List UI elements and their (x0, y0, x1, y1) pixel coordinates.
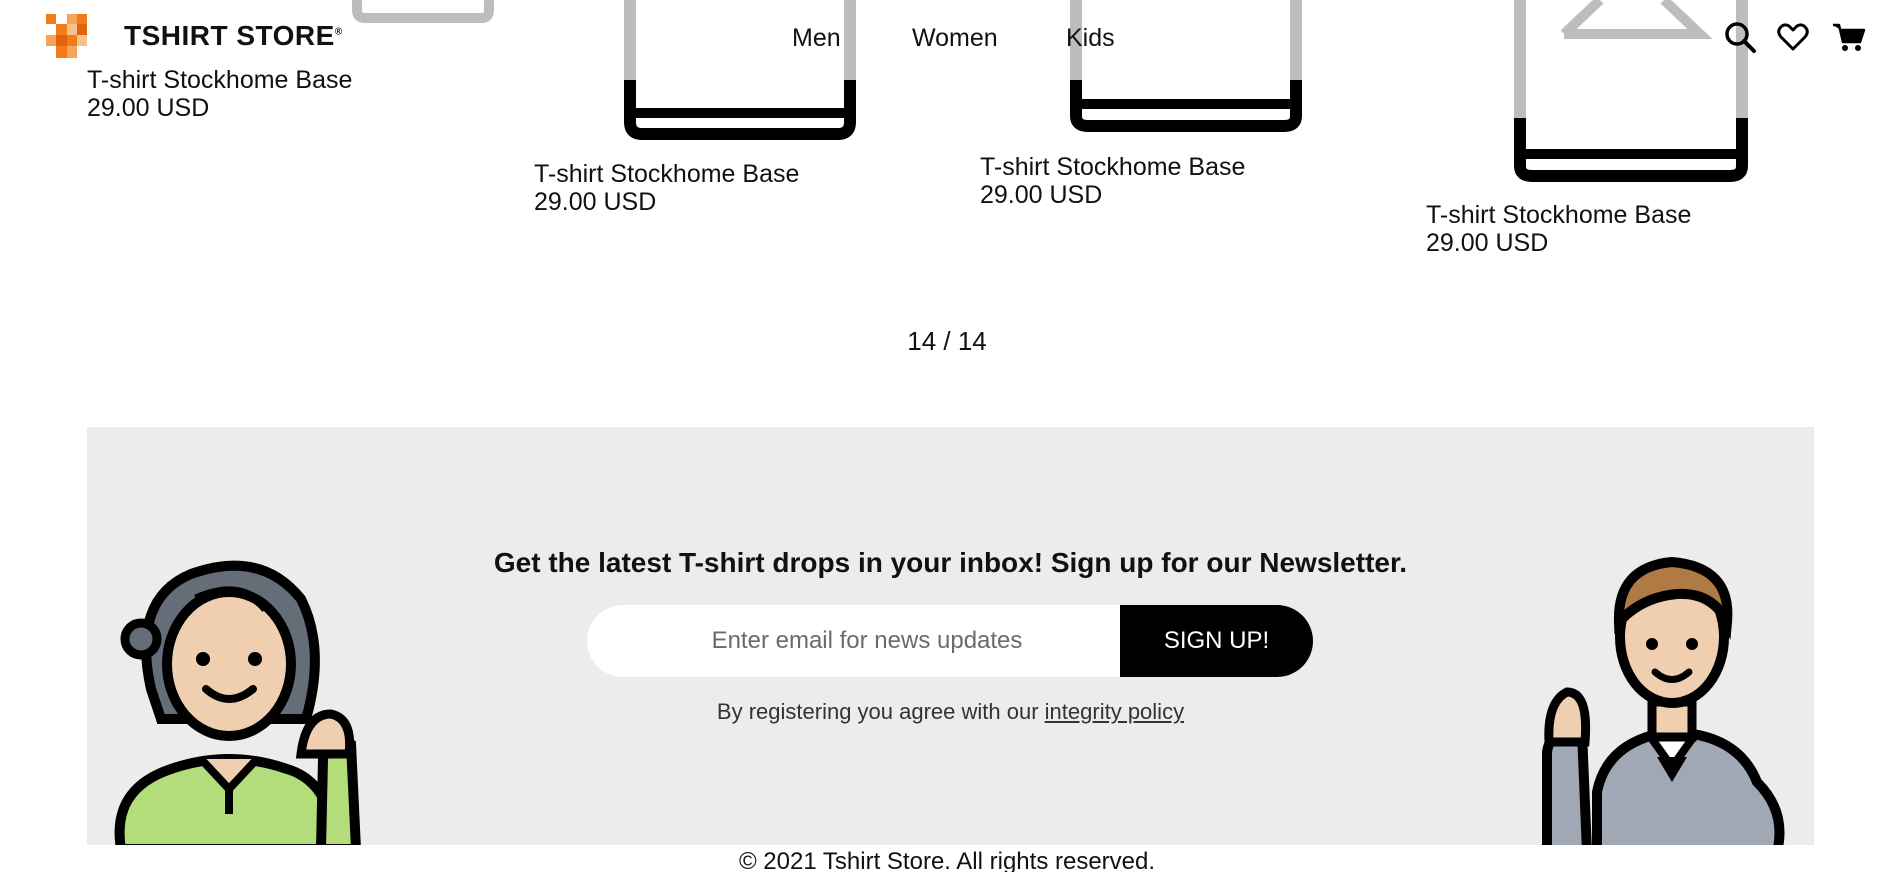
tshirt-store-logo[interactable] (46, 14, 102, 60)
pagination-status: 14 / 14 (907, 326, 987, 356)
sign-up-button[interactable]: SIGN UP! (1120, 605, 1313, 677)
product-price: 29.00 USD (980, 181, 1103, 209)
integrity-policy-link[interactable]: integrity policy (1045, 699, 1184, 724)
site-header: TSHIRT STORE® Men Women Kids (0, 0, 1894, 76)
product-name: T-shirt Stockhome Base (534, 160, 800, 188)
product-name: T-shirt Stockhome Base (1426, 201, 1692, 229)
nav-men[interactable]: Men (792, 24, 841, 53)
product-name: T-shirt Stockhome Base (980, 153, 1246, 181)
terms-prefix: By registering you agree with our (716, 699, 1039, 724)
nav-kids[interactable]: Kids (1066, 24, 1115, 53)
heart-icon[interactable] (1776, 20, 1810, 54)
brand-name[interactable]: TSHIRT STORE® (124, 20, 343, 52)
copyright-text: © 2021 Tshirt Store. All rights reserved… (738, 848, 1156, 872)
email-input[interactable] (587, 605, 1147, 677)
man-waving-illustration (1542, 556, 1785, 845)
cart-icon[interactable] (1832, 20, 1866, 54)
product-price: 29.00 USD (534, 188, 657, 216)
nav-women[interactable]: Women (912, 24, 998, 53)
woman-waving-illustration (114, 560, 361, 845)
brand-text: TSHIRT STORE (124, 20, 335, 51)
registered-mark: ® (334, 26, 343, 38)
newsletter-section: Get the latest T-shirt drops in your inb… (87, 427, 1814, 845)
search-icon[interactable] (1723, 20, 1757, 54)
newsletter-form: SIGN UP! (587, 605, 1313, 677)
product-price: 29.00 USD (87, 94, 210, 122)
product-price: 29.00 USD (1426, 229, 1549, 257)
